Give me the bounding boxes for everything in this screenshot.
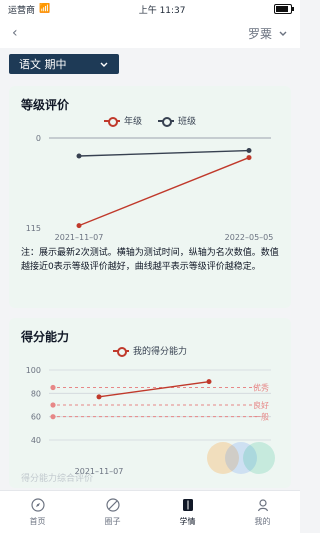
y-tick-label: 115 [26,224,41,233]
data-point [206,379,212,385]
legend-label-class: 班级 [178,117,197,127]
card-title: 得分能力 [21,330,70,344]
chart-legend: 我的得分能力 [9,344,291,357]
legend-label-grade: 年级 [123,117,142,127]
series-line [98,380,210,398]
x-tick-label: 2021–11–07 [55,233,104,242]
carrier-label: 运营商 [8,5,36,16]
level-line-chart: 0 115 2021–11–07 2022–05–05 [26,134,274,242]
battery-icon [273,4,294,14]
battery-fill [275,6,288,12]
tab-label: 我的 [254,517,271,526]
tab-me[interactable]: 我的 [255,497,271,527]
data-point [246,148,252,154]
legend-swatch-grade [103,116,120,127]
threshold-marker [50,384,56,391]
truncated-text: 得分能力综合评价 [21,474,94,484]
x-labels: 2021–11–07 2022–05–05 [55,233,274,242]
subject-filter-button[interactable]: 语文 期中 [9,54,119,74]
back-icon[interactable]: ‹ [12,25,18,41]
tab-label: 学情 [179,517,196,526]
chart-legend: 年级 班级 [9,114,291,127]
data-point [246,155,252,161]
tab-label: 圈子 [104,517,121,526]
user-icon [257,499,268,512]
data-point [96,394,102,400]
card-title: 等级评价 [21,98,70,112]
series [96,379,212,400]
y-tick-label: 80 [31,389,41,398]
status-bar: 运营商 📶 上午 11:37 [0,0,300,18]
tab-label: 首页 [29,517,46,526]
user-name: 罗粟 [247,26,272,41]
status-right [273,4,294,14]
threshold-marker [50,414,56,420]
legend-item-my-score: 我的得分能力 [112,344,187,357]
legend-swatch-my-score [112,346,129,357]
threshold-label: 良好 [253,400,269,410]
y-tick-label: 0 [36,134,41,143]
series-line [78,156,250,227]
chevron-down-icon [100,62,108,67]
tab-circle[interactable]: 圈子 [105,497,121,527]
chart-note: 注：展示最新2次测试。横轴为测试时间，纵轴为名次数值。数值越接近0表示等级评价越… [21,248,279,272]
circle-icon [105,498,120,512]
wifi-icon: 📶 [39,4,51,14]
chevron-down-icon [279,31,287,36]
threshold-label: 优秀 [253,383,269,393]
series [76,148,252,229]
user-switch[interactable]: 罗粟 [248,25,288,42]
legend-item-grade: 年级 [103,114,142,127]
time-label: 上午 11:37 [138,5,186,16]
filter-label: 语文 期中 [19,58,67,71]
series-line [78,149,250,157]
level-evaluation-card: 等级评价 年级 班级 0 115 2021–11–07 2022–05–05 注：展… [9,86,291,308]
legend-item-class: 班级 [158,114,196,127]
tab-home[interactable]: 首页 [30,497,46,527]
data-point [76,223,82,229]
watermark-logo [207,442,275,474]
y-tick-label: 40 [31,436,41,445]
x-tick-label: 2022–05–05 [225,233,274,242]
y-tick-label: 60 [31,413,41,422]
data-point [76,153,82,159]
threshold-label: 一般 [253,412,269,422]
y-tick-label: 100 [26,366,41,375]
status-left: 运营商 📶 [8,3,50,16]
compass-icon [30,498,45,512]
y-ticks: 0 115 [26,134,41,233]
bottom-tabbar: 首页 圈子 学情 我的 [0,490,300,533]
top-nav: ‹ 罗粟 [0,18,300,48]
legend-label-my-score: 我的得分能力 [132,347,187,357]
book-icon [182,499,193,511]
tab-learning[interactable]: 学情 [180,497,196,527]
score-ability-card: 得分能力 我的得分能力 100 80 60 40 优秀 良好 一般 2021–11–07 … [9,318,291,488]
threshold-marker [50,402,56,408]
legend-swatch-class [158,116,174,127]
